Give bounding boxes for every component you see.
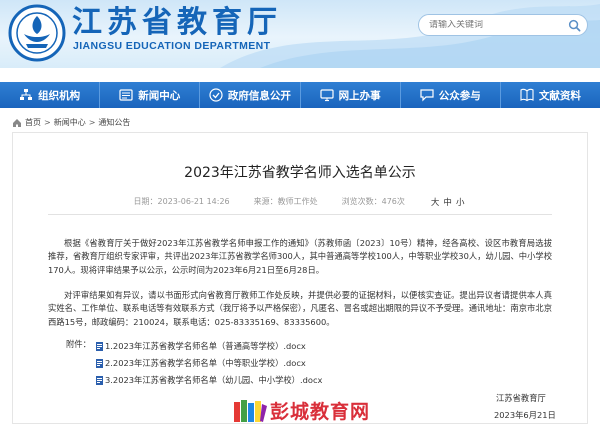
word-doc-icon: [96, 342, 103, 351]
attachment-name[interactable]: 2.2023年江苏省教学名师名单（中等职业学校）.docx: [105, 355, 306, 372]
attachment-link[interactable]: 1.2023年江苏省教学名师名单（普通高等学校）.docx: [96, 338, 322, 355]
org-icon: [20, 89, 33, 100]
nav-label: 文献资料: [538, 89, 581, 102]
nav-item-gov-info[interactable]: 政府信息公开: [200, 82, 301, 108]
nav-label: 新闻中心: [138, 89, 181, 102]
site-watermark: 彭城教育网: [232, 397, 370, 424]
font-size-big[interactable]: 大: [431, 196, 440, 208]
monitor-icon: [319, 89, 334, 102]
education-department-logo[interactable]: [8, 4, 66, 62]
attachments-label: 附件：: [66, 339, 91, 349]
attachment-name[interactable]: 3.2023年江苏省教学名师名单（幼儿园、中小学校）.docx: [105, 372, 322, 389]
font-size-small[interactable]: 小: [456, 196, 465, 208]
article-paragraph: 根据《省教育厅关于做好2023年江苏省教学名师申报工作的通知》（苏教师函〔202…: [48, 238, 552, 275]
attachment-link[interactable]: 3.2023年江苏省教学名师名单（幼儿园、中小学校）.docx: [96, 372, 322, 389]
search-icon[interactable]: [568, 19, 581, 32]
main-nav: 组织机构 新闻中心 政府信息公开 网上办事 公众参与 文献资料: [0, 82, 600, 108]
nav-item-online-service[interactable]: 网上办事: [301, 82, 401, 108]
info-icon: [209, 88, 223, 102]
attachments-list: 1.2023年江苏省教学名师名单（普通高等学校）.docx 2.2023年江苏省…: [96, 338, 322, 389]
signature-date: 2023年6月21日: [494, 410, 556, 420]
nav-label: 网上办事: [338, 89, 381, 102]
nav-item-public-participation[interactable]: 公众参与: [401, 82, 501, 108]
site-header: 江苏省教育厅 JIANGSU EDUCATION DEPARTMENT: [0, 0, 600, 68]
breadcrumb-separator: >: [44, 118, 51, 127]
nav-label: 政府信息公开: [227, 89, 291, 102]
nav-item-organization[interactable]: 组织机构: [0, 82, 101, 108]
article-title: 2023年江苏省教学名师入选名单公示: [184, 165, 416, 181]
breadcrumb-separator: >: [88, 118, 96, 127]
home-icon: [13, 118, 21, 127]
font-size-control: 大 中 小: [429, 196, 467, 208]
search-box[interactable]: [418, 14, 588, 36]
attachment-link[interactable]: 2.2023年江苏省教学名师名单（中等职业学校）.docx: [96, 355, 322, 372]
nav-label: 组织机构: [38, 89, 81, 102]
article-views: 浏览次数：476次: [341, 197, 405, 206]
signature-org: 江苏省教育厅: [496, 393, 546, 403]
nav-item-documents[interactable]: 文献资料: [501, 82, 600, 108]
news-icon: [119, 89, 133, 101]
breadcrumb: 首页 > 新闻中心 > 通知公告: [12, 117, 130, 128]
chat-icon: [420, 89, 434, 102]
nav-label: 公众参与: [438, 89, 481, 102]
word-doc-icon: [96, 376, 103, 385]
book-icon: [520, 88, 534, 102]
article-paragraph: 对评审结果如有异议，请以书面形式向省教育厅教师工作处反映，并提供必要的证据材料，…: [48, 290, 552, 327]
article-meta: 日期：2023-06-21 14:26 来源：教师工作处 浏览次数：476次 大…: [0, 196, 600, 208]
article-source: 来源：教师工作处: [253, 197, 318, 206]
breadcrumb-home[interactable]: 首页: [25, 117, 41, 128]
nav-item-news[interactable]: 新闻中心: [100, 82, 201, 108]
books-logo-icon: [234, 399, 267, 422]
article-date: 日期：2023-06-21 14:26: [133, 197, 230, 206]
search-input[interactable]: [419, 20, 559, 30]
breadcrumb-news-center[interactable]: 新闻中心: [54, 117, 86, 128]
site-name: 江苏省教育厅: [72, 5, 282, 40]
word-doc-icon: [96, 359, 103, 368]
attachment-name[interactable]: 1.2023年江苏省教学名师名单（普通高等学校）.docx: [105, 338, 306, 355]
site-subtitle: JIANGSU EDUCATION DEPARTMENT: [73, 40, 271, 52]
breadcrumb-notices[interactable]: 通知公告: [98, 117, 130, 128]
watermark-text: 彭城教育网: [270, 401, 371, 423]
title-divider: [48, 214, 552, 215]
font-size-mid[interactable]: 中: [443, 196, 452, 208]
